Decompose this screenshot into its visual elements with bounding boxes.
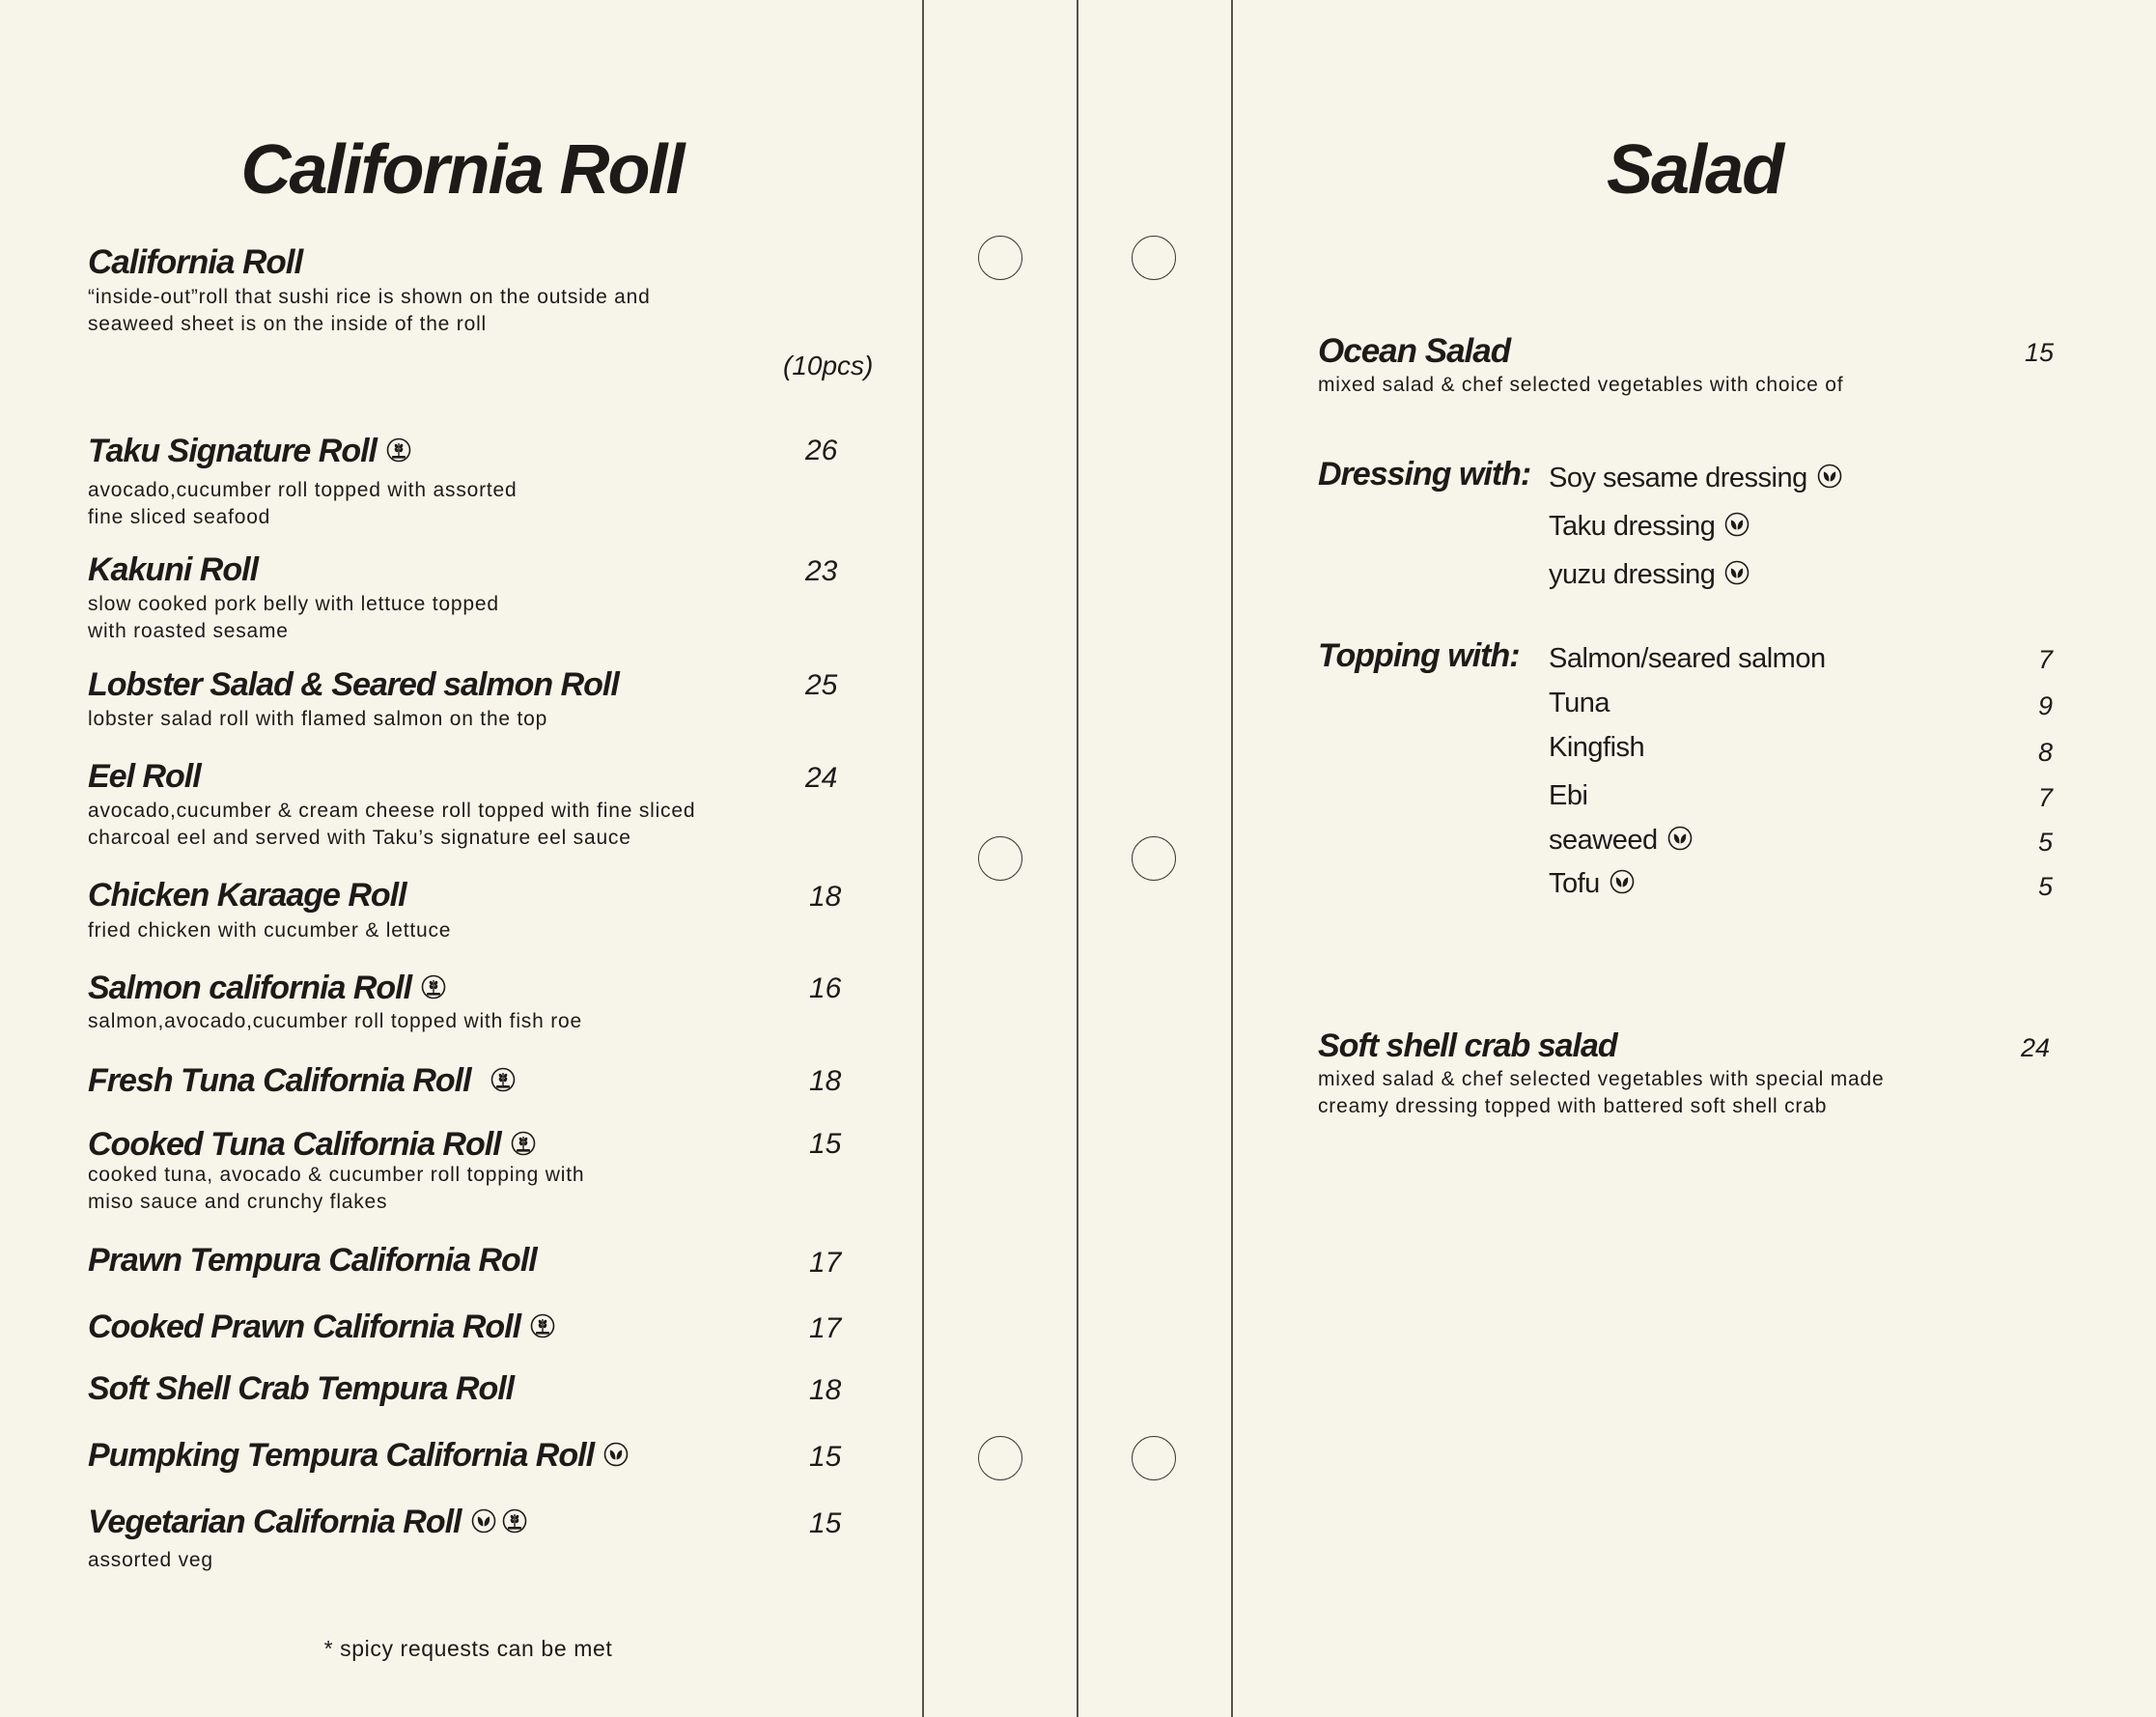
binder-hole (978, 1436, 1022, 1480)
roll-item-name: Soft Shell Crab Tempura Roll (88, 1370, 515, 1407)
roll-item-price: 15 (809, 1507, 842, 1539)
gluten-free-icon (421, 974, 446, 999)
intro-description: “inside-out”roll that sushi rice is show… (88, 286, 651, 335)
roll-item-price: 17 (809, 1312, 842, 1344)
topping-price: 7 (2038, 783, 2054, 812)
roll-item-name: Pumpking Tempura California Roll (88, 1437, 629, 1475)
gluten-free-icon (386, 437, 411, 463)
binder-spine-right (1078, 0, 1233, 1717)
binder-hole (1132, 236, 1176, 280)
roll-item-name: Cooked Prawn California Roll (88, 1309, 555, 1346)
topping-option: seaweed (1549, 825, 1693, 857)
roll-item-price: 15 (809, 1128, 842, 1160)
vegan-leaf-icon (1817, 464, 1842, 489)
roll-item-name: Lobster Salad & Seared salmon Roll (88, 666, 620, 703)
roll-item-description: avocado,cucumber roll topped with assort… (88, 479, 518, 528)
vegan-leaf-icon (1724, 512, 1750, 537)
roll-item-description: avocado,cucumber & cream cheese roll top… (88, 800, 696, 849)
dressing-option: Soy sesame dressing (1549, 463, 1842, 494)
roll-item-description: cooked tuna, avocado & cucumber roll top… (88, 1164, 585, 1213)
left-menu-page: California Roll California Roll “inside-… (0, 0, 924, 1717)
roll-item-name: Eel Roll (88, 758, 202, 795)
roll-item-name: Prawn Tempura California Roll (88, 1242, 538, 1279)
binder-hole (978, 236, 1022, 280)
salad-item-price: 24 (2021, 1033, 2051, 1062)
footnote: * spicy requests can be met (323, 1636, 613, 1661)
roll-item-description: lobster salad roll with flamed salmon on… (88, 708, 548, 730)
topping-label: Topping with: (1318, 637, 1521, 674)
roll-item-description: assorted veg (88, 1549, 213, 1571)
dressing-label: Dressing with: (1318, 456, 1531, 493)
roll-item-name: Fresh Tuna California Roll (88, 1062, 516, 1100)
gluten-free-icon (511, 1131, 536, 1156)
topping-price: 5 (2038, 828, 2054, 857)
topping-price: 9 (2038, 691, 2054, 720)
roll-item-price: 17 (809, 1247, 842, 1279)
roll-item-price: 24 (805, 762, 838, 794)
roll-item-name: Vegetarian California Roll (88, 1504, 527, 1541)
right-menu-page: Salad Ocean Salad 15 mixed salad & chef … (1233, 0, 2156, 1717)
roll-item-price: 26 (805, 435, 838, 466)
section-title-salad: Salad (1606, 131, 1784, 209)
vegan-leaf-icon (471, 1508, 496, 1534)
intro-name: California Roll (88, 243, 303, 281)
gluten-free-icon (490, 1067, 516, 1092)
roll-item-name: Cooked Tuna California Roll (88, 1126, 536, 1164)
binder-spine-left (924, 0, 1078, 1717)
roll-item-description: salmon,avocado,cucumber roll topped with… (88, 1010, 582, 1032)
topping-option: Salmon/seared salmon (1549, 643, 1826, 674)
vegan-leaf-icon (603, 1442, 629, 1467)
roll-item-name: Taku Signature Roll (88, 433, 411, 470)
dressing-option: yuzu dressing (1549, 559, 1750, 591)
binder-hole (978, 836, 1022, 881)
salad-item-description: mixed salad & chef selected vegetables w… (1318, 374, 1844, 396)
salad-item-description: mixed salad & chef selected vegetables w… (1318, 1068, 1885, 1117)
vegan-leaf-icon (1667, 826, 1693, 851)
roll-item-price: 23 (805, 555, 838, 587)
binder-hole (1132, 1436, 1176, 1480)
roll-item-description: fried chicken with cucumber & lettuce (88, 919, 452, 942)
topping-price: 8 (2038, 738, 2054, 767)
roll-item-price: 18 (809, 1374, 842, 1406)
roll-item-name: Salmon california Roll (88, 970, 446, 1007)
roll-item-price: 25 (805, 669, 838, 701)
topping-option: Tuna (1549, 688, 1610, 718)
gluten-free-icon (502, 1508, 527, 1534)
salad-item-name: Ocean Salad (1318, 332, 1511, 370)
dressing-option: Taku dressing (1549, 511, 1750, 543)
topping-option: Kingfish (1549, 732, 1645, 763)
topping-price: 5 (2038, 872, 2054, 901)
roll-item-description: slow cooked pork belly with lettuce topp… (88, 593, 499, 642)
roll-item-name: Kakuni Roll (88, 551, 259, 588)
roll-item-price: 18 (809, 881, 842, 913)
binder-hole (1132, 836, 1176, 881)
roll-item-name: Chicken Karaage Roll (88, 877, 407, 914)
roll-item-price: 15 (809, 1441, 842, 1473)
topping-option: Ebi (1549, 780, 1588, 811)
roll-item-price: 16 (809, 972, 842, 1004)
salad-item-name: Soft shell crab salad (1318, 1027, 1618, 1064)
roll-item-price: 18 (809, 1065, 842, 1097)
section-title-california-roll: California Roll (240, 131, 685, 209)
gluten-free-icon (530, 1313, 555, 1338)
topping-price: 7 (2038, 645, 2054, 674)
salad-item-price: 15 (2025, 338, 2055, 367)
topping-option: Tofu (1549, 868, 1635, 900)
piece-count: (10pcs) (783, 351, 874, 380)
vegan-leaf-icon (1610, 869, 1635, 894)
vegan-leaf-icon (1724, 560, 1750, 585)
